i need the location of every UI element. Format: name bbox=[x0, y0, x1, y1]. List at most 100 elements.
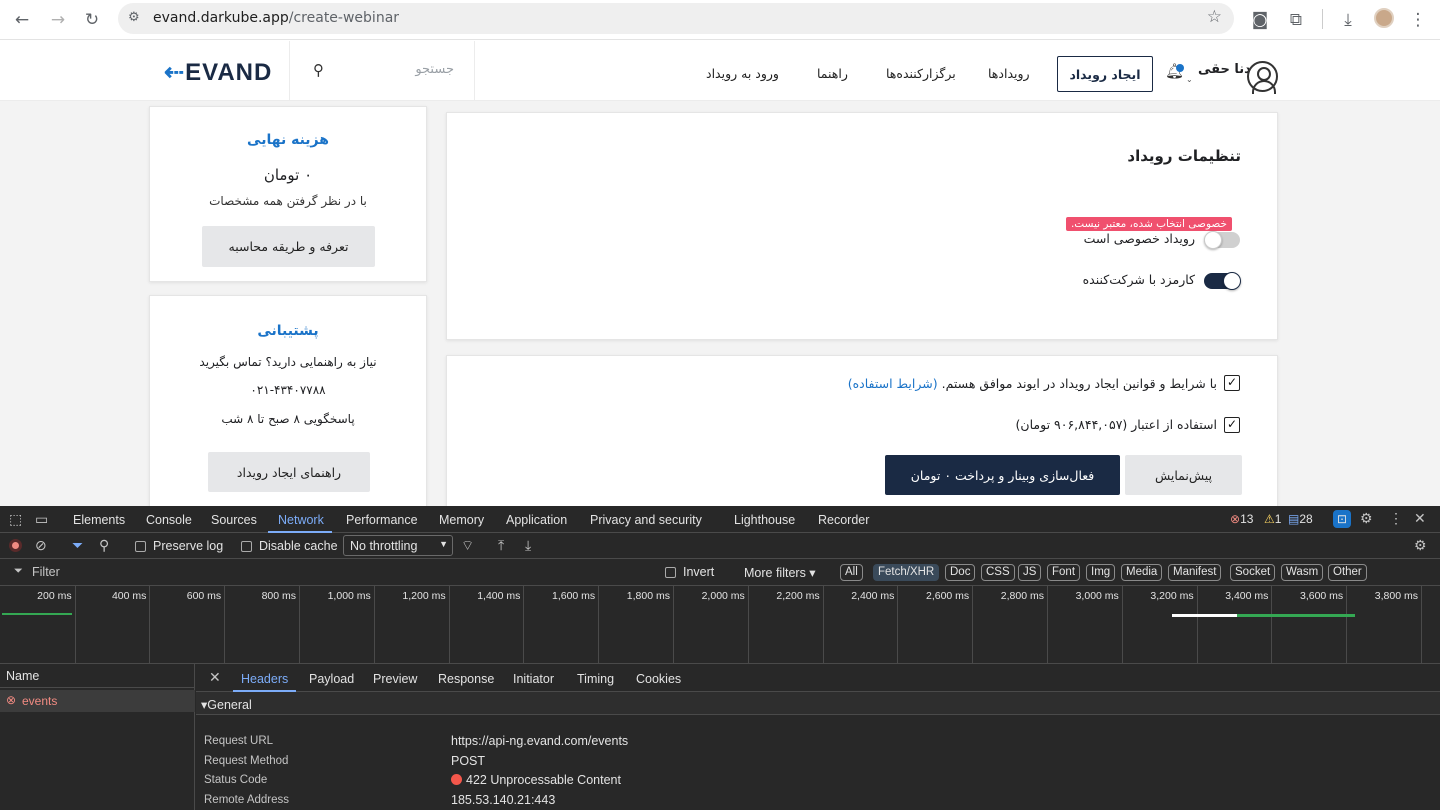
disable-cache-checkbox[interactable] bbox=[241, 541, 252, 552]
chip-socket[interactable]: Socket bbox=[1230, 564, 1276, 581]
guide-button[interactable]: راهنمای ایجاد رویداد bbox=[208, 452, 370, 492]
tab-network[interactable]: Network bbox=[278, 513, 324, 527]
chip-fetch-xhr[interactable]: Fetch/XHR bbox=[873, 564, 940, 581]
tab-application[interactable]: Application bbox=[506, 513, 567, 527]
export-har-icon[interactable]: ⤓ bbox=[525, 537, 531, 554]
timeline-tick-label: 1,800 ms bbox=[626, 590, 670, 602]
throttling-select[interactable]: No throttling ▼ bbox=[343, 535, 453, 556]
devtools-menu-icon[interactable]: ⋮ bbox=[1389, 510, 1403, 527]
warning-count[interactable]: ⚠1 bbox=[1264, 512, 1281, 526]
extensions-icon[interactable]: ⧉ bbox=[1282, 6, 1310, 34]
user-name[interactable]: دنا حقی bbox=[1198, 62, 1251, 77]
chip-media[interactable]: Media bbox=[1121, 564, 1163, 581]
tab-privacy-security[interactable]: Privacy and security bbox=[590, 513, 702, 527]
name-column-header[interactable]: Name bbox=[6, 669, 39, 683]
chip-all[interactable]: All bbox=[840, 564, 863, 581]
nav-enter-event[interactable]: ورود به رویداد bbox=[706, 66, 779, 81]
user-avatar-icon[interactable] bbox=[1247, 61, 1278, 94]
request-detail: ✕ Headers Payload Preview Response Initi… bbox=[196, 664, 1440, 810]
tab-memory[interactable]: Memory bbox=[439, 513, 484, 527]
timeline-tick-label: 3,400 ms bbox=[1225, 590, 1269, 602]
search-network-icon[interactable]: ⚲ bbox=[99, 537, 109, 554]
chip-font[interactable]: Font bbox=[1047, 564, 1081, 581]
camera-icon[interactable]: ◙ bbox=[1246, 6, 1274, 34]
address-bar[interactable]: ⚙ evand.darkube.app/create-webinar ☆ bbox=[118, 3, 1234, 34]
import-har-icon[interactable]: ⤒ bbox=[498, 537, 504, 554]
filter-funnel-icon[interactable]: ⏷ bbox=[72, 537, 83, 554]
tab-timing[interactable]: Timing bbox=[577, 672, 614, 686]
tab-preview[interactable]: Preview bbox=[373, 672, 417, 686]
error-count[interactable]: ⊗13 bbox=[1230, 512, 1253, 526]
tab-cookies[interactable]: Cookies bbox=[636, 672, 681, 686]
create-event-button[interactable]: ایجاد رویداد bbox=[1057, 56, 1153, 92]
chip-css[interactable]: CSS bbox=[981, 564, 1015, 581]
profile-avatar[interactable] bbox=[1374, 8, 1394, 28]
timeline-tick-label: 3,000 ms bbox=[1075, 590, 1119, 602]
terms-link[interactable]: (شرایط استفاده) bbox=[848, 376, 938, 391]
network-settings-icon[interactable]: ⚙ bbox=[1414, 537, 1427, 554]
chip-manifest[interactable]: Manifest bbox=[1168, 564, 1222, 581]
private-toggle[interactable] bbox=[1204, 231, 1240, 249]
device-toolbar-icon[interactable]: ▭ bbox=[35, 511, 48, 528]
network-timeline[interactable]: 200 ms 400 ms 600 ms 800 ms 1,000 ms 1,200 ms… bbox=[0, 586, 1440, 664]
network-conditions-icon[interactable]: ⌔ bbox=[461, 537, 474, 555]
tab-performance[interactable]: Performance bbox=[346, 513, 418, 527]
tab-headers[interactable]: Headers bbox=[241, 672, 288, 686]
site-info-icon[interactable]: ⚙ bbox=[128, 10, 140, 25]
forward-icon[interactable]: → bbox=[44, 6, 72, 34]
chip-doc[interactable]: Doc bbox=[945, 564, 976, 581]
ai-assistance-icon[interactable]: ⊡ bbox=[1333, 510, 1351, 528]
bookmark-star-icon[interactable]: ☆ bbox=[1207, 7, 1222, 27]
settings-gear-icon[interactable]: ⚙ bbox=[1360, 510, 1373, 527]
tab-initiator[interactable]: Initiator bbox=[513, 672, 554, 686]
chip-js[interactable]: JS bbox=[1018, 564, 1042, 581]
tab-console[interactable]: Console bbox=[146, 513, 192, 527]
tab-elements[interactable]: Elements bbox=[73, 513, 125, 527]
tab-lighthouse[interactable]: Lighthouse bbox=[734, 513, 795, 527]
timeline-gridline bbox=[523, 586, 525, 664]
close-detail-icon[interactable]: ✕ bbox=[209, 669, 221, 686]
message-count[interactable]: ▤28 bbox=[1288, 512, 1313, 526]
evand-logo[interactable]: ⇠EVAND bbox=[164, 58, 272, 87]
preview-button[interactable]: پیش‌نمایش bbox=[1125, 455, 1242, 495]
request-row-events[interactable]: ⊗ events bbox=[0, 690, 195, 712]
pricing-button[interactable]: تعرفه و طریقه محاسبه bbox=[202, 226, 375, 267]
tab-response[interactable]: Response bbox=[438, 672, 494, 686]
timeline-gridline bbox=[373, 586, 375, 664]
chip-img[interactable]: Img bbox=[1086, 564, 1116, 581]
search-box[interactable]: ⚲ جستجو bbox=[289, 41, 475, 100]
nav-organizers[interactable]: برگزارکننده‌ها bbox=[886, 66, 956, 81]
menu-kebab-icon[interactable]: ⋮ bbox=[1404, 6, 1432, 34]
back-icon[interactable]: ← bbox=[8, 6, 36, 34]
fee-toggle[interactable] bbox=[1204, 272, 1241, 290]
terms-checkbox[interactable]: ✓ bbox=[1224, 375, 1240, 391]
credit-checkbox[interactable]: ✓ bbox=[1224, 417, 1240, 433]
search-input[interactable]: جستجو bbox=[415, 62, 454, 77]
close-devtools-icon[interactable]: ✕ bbox=[1414, 510, 1426, 527]
preserve-log-checkbox[interactable] bbox=[135, 541, 146, 552]
chevron-down-icon[interactable]: ⌄ bbox=[1186, 75, 1193, 84]
toolbar-divider bbox=[1322, 9, 1323, 29]
record-icon[interactable] bbox=[9, 539, 22, 552]
browser-toolbar: ← → ↻ ⚙ evand.darkube.app/create-webinar… bbox=[0, 0, 1440, 40]
support-phone[interactable]: ۰۲۱-۴۳۴۰۷۷۸۸ bbox=[150, 383, 426, 397]
clear-icon[interactable]: ⊘ bbox=[35, 537, 47, 554]
invert-checkbox[interactable] bbox=[665, 567, 676, 578]
more-filters-dropdown[interactable]: More filters ▾ bbox=[744, 565, 816, 580]
nav-events[interactable]: رویدادها bbox=[988, 66, 1030, 81]
nav-guide[interactable]: راهنما bbox=[817, 66, 848, 81]
reload-icon[interactable]: ↻ bbox=[78, 6, 106, 34]
download-icon[interactable]: ⤓ bbox=[1334, 6, 1362, 34]
activate-pay-button[interactable]: فعال‌سازی وبینار و پرداخت ۰ تومان bbox=[885, 455, 1120, 495]
filter-input[interactable]: Filter bbox=[32, 565, 60, 579]
chip-wasm[interactable]: Wasm bbox=[1281, 564, 1324, 581]
search-icon[interactable]: ⚲ bbox=[313, 61, 324, 79]
chip-other[interactable]: Other bbox=[1328, 564, 1367, 581]
inspect-element-icon[interactable]: ⬚ bbox=[9, 511, 22, 528]
timeline-gridline bbox=[448, 586, 450, 664]
tab-payload[interactable]: Payload bbox=[309, 672, 354, 686]
general-section-header[interactable]: ▾General bbox=[196, 692, 1440, 715]
tab-sources[interactable]: Sources bbox=[211, 513, 257, 527]
notification-dot bbox=[1176, 64, 1184, 72]
tab-recorder[interactable]: Recorder bbox=[818, 513, 869, 527]
